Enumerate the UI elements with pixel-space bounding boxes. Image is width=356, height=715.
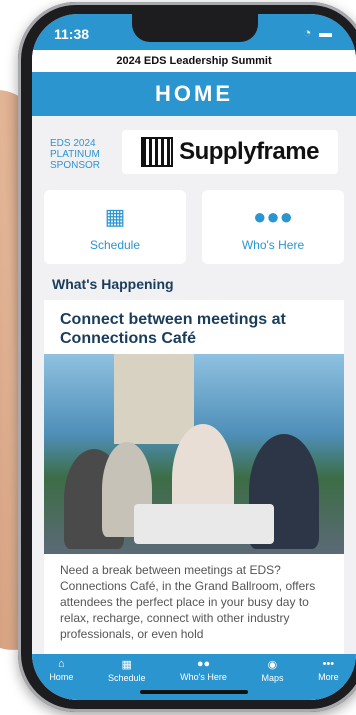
tab-home-label: Home xyxy=(49,672,74,682)
tab-maps[interactable]: ◉ Maps xyxy=(261,658,283,700)
people-icon: ●●● xyxy=(253,204,293,229)
sponsor-label: EDS 2024 PLATINUM SPONSOR xyxy=(50,138,101,171)
news-card-body: Need a break between meetings at EDS? Co… xyxy=(60,563,316,641)
news-card[interactable]: Connect between meetings at Connections … xyxy=(44,300,344,700)
home-indicator[interactable] xyxy=(140,690,248,694)
section-title: What's Happening xyxy=(52,276,174,292)
home-icon: ⌂ xyxy=(57,658,65,670)
app-screen: 11:38 ◔ ▬ 2024 EDS Leadership Summit HOM… xyxy=(32,14,356,700)
schedule-tile[interactable]: ▦ Schedule xyxy=(44,190,186,264)
event-title: 2024 EDS Leadership Summit xyxy=(32,50,356,72)
sponsor-logo[interactable]: Supplyframe xyxy=(122,130,338,174)
map-pin-icon: ◉ xyxy=(267,659,278,671)
scene: 11:38 ◔ ▬ 2024 EDS Leadership Summit HOM… xyxy=(0,0,356,715)
supplyframe-logo-icon xyxy=(141,137,174,167)
schedule-tile-label: Schedule xyxy=(89,238,141,252)
notch xyxy=(132,14,258,42)
tab-more[interactable]: ••• More xyxy=(318,658,339,700)
tab-schedule[interactable]: ▦ Schedule xyxy=(108,658,146,700)
wifi-battery-icon: ◔ ▬ xyxy=(303,25,334,40)
tab-schedule-label: Schedule xyxy=(107,673,146,683)
tab-whos-here-label: Who's Here xyxy=(180,672,227,682)
page-title: HOME xyxy=(32,72,356,116)
ellipsis-icon: ••• xyxy=(322,658,335,670)
tab-maps-label: Maps xyxy=(261,673,284,683)
calendar-icon: ▦ xyxy=(121,659,132,671)
status-time: 11:38 xyxy=(54,26,90,42)
sponsor-logo-text: Supplyframe xyxy=(179,138,319,165)
people-icon: ●● xyxy=(196,658,211,670)
whos-here-tile-label: Who's Here xyxy=(241,238,305,252)
news-card-photo xyxy=(44,354,344,554)
whos-here-tile[interactable]: ●●● Who's Here xyxy=(202,190,344,264)
news-card-title: Connect between meetings at Connections … xyxy=(60,311,286,347)
calendar-icon: ▦ xyxy=(104,204,126,229)
tab-home[interactable]: ⌂ Home xyxy=(49,658,73,700)
sponsor-banner[interactable]: EDS 2024 PLATINUM SPONSOR Supplyframe xyxy=(32,116,356,182)
tab-more-label: More xyxy=(318,672,339,682)
